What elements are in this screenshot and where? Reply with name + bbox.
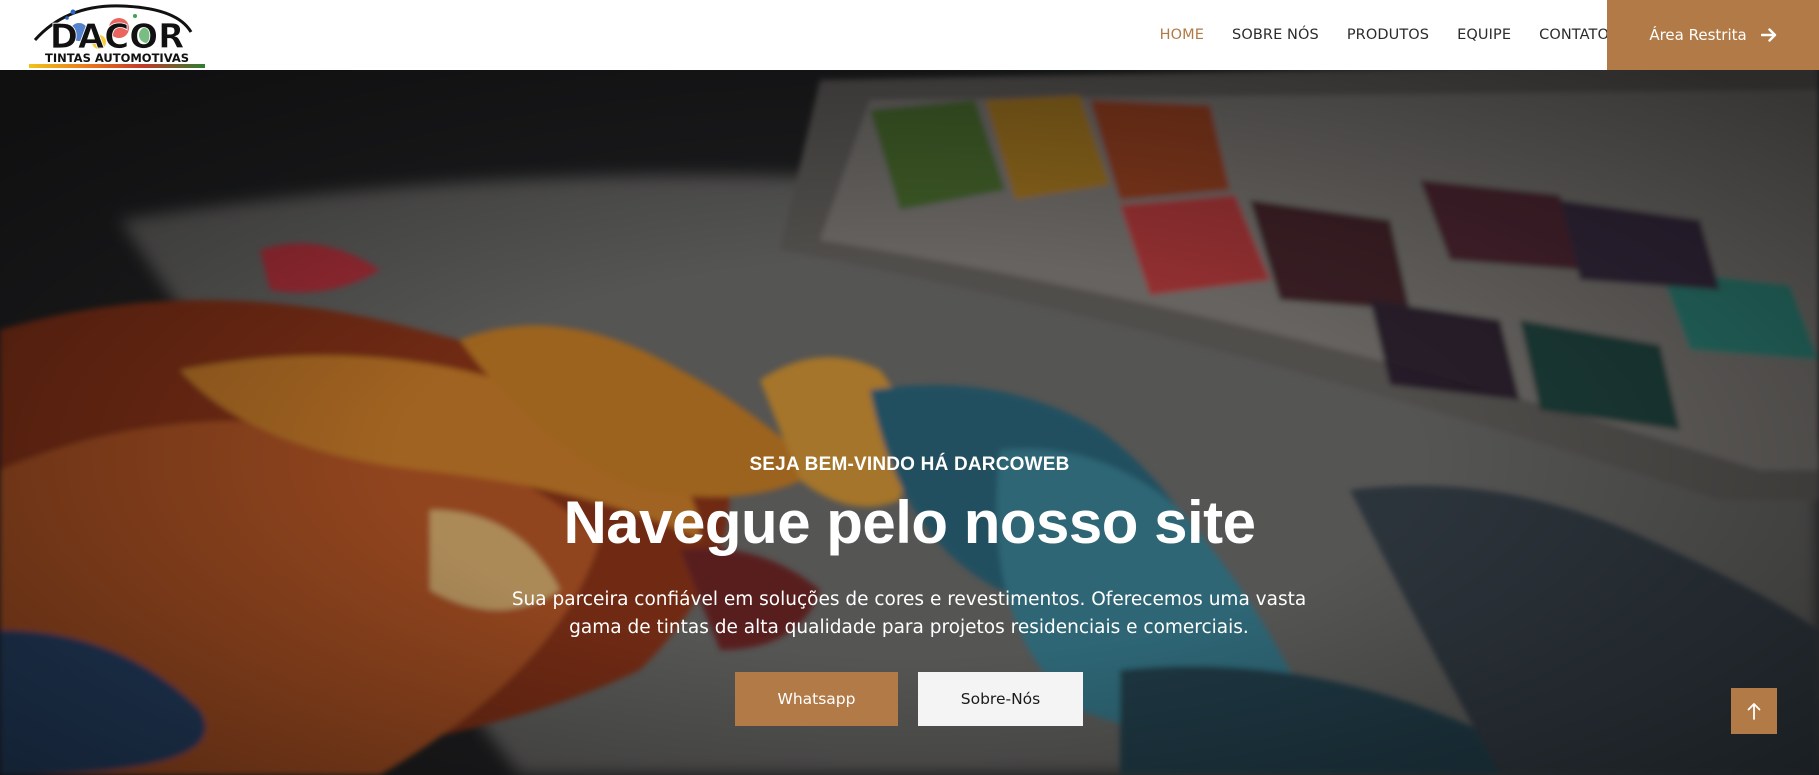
logo-tagline-text: TINTAS AUTOMOTIVAS	[45, 51, 189, 65]
back-to-top-button[interactable]	[1731, 688, 1777, 734]
nav-sobre-nos[interactable]: SOBRE NÓS	[1232, 27, 1319, 43]
arrow-right-icon	[1760, 28, 1776, 42]
hero-title: Navegue pelo nosso site	[563, 489, 1256, 556]
hero-subtitle: SEJA BEM-VINDO HÁ DARCOWEB	[749, 454, 1070, 475]
site-header: DACOR TINTAS AUTOMOTIVAS HOME SOBRE NÓS …	[0, 0, 1819, 70]
dacor-logo[interactable]: DACOR TINTAS AUTOMOTIVAS	[27, 2, 207, 69]
arrow-up-icon	[1747, 703, 1761, 720]
sobre-nos-button[interactable]: Sobre-Nós	[918, 672, 1083, 726]
area-restrita-button[interactable]: Área Restrita	[1607, 0, 1819, 70]
hero-description: Sua parceira confiável em soluções de co…	[511, 589, 1307, 638]
hero-content: SEJA BEM-VINDO HÁ DARCOWEB Navegue pelo …	[0, 70, 1819, 775]
nav-equipe[interactable]: EQUIPE	[1457, 27, 1511, 43]
nav-contato[interactable]: CONTATO	[1539, 27, 1609, 43]
area-restrita-label: Área Restrita	[1649, 26, 1747, 44]
nav-home[interactable]: HOME	[1160, 27, 1204, 43]
nav-produtos[interactable]: PRODUTOS	[1347, 27, 1429, 43]
logo-graphic: DACOR TINTAS AUTOMOTIVAS	[29, 4, 205, 68]
whatsapp-button[interactable]: Whatsapp	[735, 672, 898, 726]
hero-section: SEJA BEM-VINDO HÁ DARCOWEB Navegue pelo …	[0, 70, 1819, 775]
main-nav: HOME SOBRE NÓS PRODUTOS EQUIPE CONTATO	[1132, 0, 1609, 70]
